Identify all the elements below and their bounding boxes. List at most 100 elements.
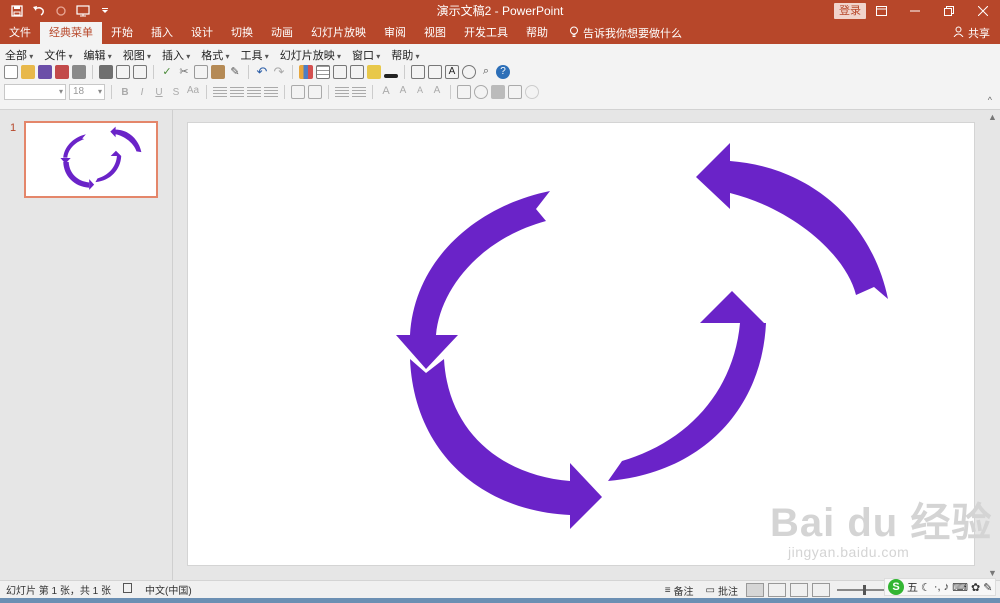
moon-icon[interactable]: ☾ [921, 581, 931, 594]
tab-transitions[interactable]: 切换 [222, 22, 262, 44]
sogou-ime-icon[interactable]: S [888, 579, 904, 595]
menu-edit[interactable]: 编辑 [79, 47, 118, 63]
menu-slideshow[interactable]: 幻灯片放映 [275, 47, 347, 63]
align-text-icon[interactable] [308, 85, 322, 99]
help-icon[interactable]: ? [496, 65, 510, 79]
slide-sorter-view-button[interactable] [768, 583, 786, 597]
normal-view-button[interactable] [746, 583, 764, 597]
ribbon-display-options-icon[interactable] [864, 0, 898, 22]
menu-format[interactable]: 格式 [196, 47, 235, 63]
tab-classic-menu[interactable]: 经典菜单 [40, 22, 102, 44]
italic-button[interactable]: I [135, 87, 149, 98]
insert-online-picture-icon[interactable] [350, 65, 364, 79]
shape-outline-icon[interactable] [508, 85, 522, 99]
slide-canvas[interactable] [188, 123, 974, 565]
slide-size-icon[interactable] [133, 65, 147, 79]
keyboard-icon[interactable]: ⌨ [952, 581, 968, 594]
arrange-icon[interactable] [457, 85, 471, 99]
align-center-icon[interactable] [230, 85, 244, 99]
shapes-icon[interactable] [462, 65, 476, 79]
paste-icon[interactable] [211, 65, 225, 79]
header-footer-icon[interactable] [428, 65, 442, 79]
microphone-icon[interactable]: ♪ [944, 581, 950, 593]
scroll-up-icon[interactable]: ▲ [988, 112, 997, 122]
circular-arrows-graphic[interactable] [188, 123, 974, 565]
bold-button[interactable]: B [118, 87, 132, 98]
tab-view[interactable]: 视图 [415, 22, 455, 44]
undo-icon[interactable]: ↶ [255, 65, 269, 79]
print-icon[interactable] [99, 65, 113, 79]
new-file-icon[interactable] [4, 65, 18, 79]
slideshow-view-button[interactable] [812, 583, 830, 597]
language-status[interactable]: 中文(中国) [139, 582, 198, 597]
start-slideshow-icon[interactable] [72, 0, 94, 22]
shape-effects-icon[interactable] [525, 85, 539, 99]
menu-help[interactable]: 帮助 [386, 47, 425, 63]
shadow-button[interactable]: S [169, 87, 183, 98]
text-box-icon[interactable] [411, 65, 425, 79]
login-button[interactable]: 登录 [834, 3, 866, 19]
tab-help[interactable]: 帮助 [517, 22, 557, 44]
redo-icon[interactable]: ↷ [272, 65, 286, 79]
clear-format-icon[interactable]: A [430, 85, 444, 99]
shape-fill-icon[interactable] [491, 85, 505, 99]
menu-all[interactable]: 全部 [0, 47, 39, 63]
tab-review[interactable]: 审阅 [375, 22, 415, 44]
tab-design[interactable]: 设计 [182, 22, 222, 44]
permission-icon[interactable] [72, 65, 86, 79]
notes-button[interactable]: ≡ 备注 [661, 581, 698, 599]
customize-qat-icon[interactable] [94, 0, 116, 22]
skin-icon[interactable]: ✿ [971, 581, 980, 594]
quick-styles-icon[interactable] [474, 85, 488, 99]
close-icon[interactable] [966, 0, 1000, 22]
font-name-field[interactable] [4, 84, 66, 100]
tab-animations[interactable]: 动画 [262, 22, 302, 44]
punctuation-icon[interactable]: ·, [934, 581, 941, 593]
copy-icon[interactable] [194, 65, 208, 79]
increase-font-icon[interactable]: A [396, 85, 410, 99]
insert-picture-icon[interactable] [333, 65, 347, 79]
comments-button[interactable]: ▭ 批注 [702, 581, 742, 599]
tab-slideshow[interactable]: 幻灯片放映 [302, 22, 375, 44]
line-color-icon[interactable] [384, 74, 398, 78]
menu-insert[interactable]: 插入 [157, 47, 196, 63]
undo-icon[interactable] [28, 0, 50, 22]
spelling-status-icon[interactable] [117, 583, 139, 596]
menu-tools[interactable]: 工具 [236, 47, 275, 63]
menu-view[interactable]: 视图 [118, 47, 157, 63]
spelling-icon[interactable]: ✓ [160, 65, 174, 79]
collapse-ribbon-icon[interactable]: ^ [988, 95, 992, 105]
open-folder-icon[interactable] [21, 65, 35, 79]
tell-me-search[interactable]: 告诉我你想要做什么 [557, 22, 682, 44]
justify-icon[interactable] [264, 85, 278, 99]
menu-file[interactable]: 文件 [39, 47, 78, 63]
vertical-scrollbar[interactable]: ▲ ▼ [984, 110, 1000, 580]
font-size-field[interactable]: 18 [69, 84, 105, 100]
bullets-icon[interactable] [335, 85, 349, 99]
redo-icon[interactable] [50, 0, 72, 22]
tab-file[interactable]: 文件 [0, 22, 40, 44]
save-icon[interactable] [6, 0, 28, 22]
tab-insert[interactable]: 插入 [142, 22, 182, 44]
restore-icon[interactable] [932, 0, 966, 22]
wordart-icon[interactable]: A [445, 65, 459, 79]
slide-thumbnail[interactable] [24, 121, 158, 198]
tools-icon[interactable]: ✎ [983, 581, 992, 594]
tab-developer[interactable]: 开发工具 [455, 22, 517, 44]
reading-view-button[interactable] [790, 583, 808, 597]
insert-image-icon[interactable] [367, 65, 381, 79]
decrease-font-icon[interactable]: A [413, 85, 427, 99]
ime-mode[interactable]: 五 [907, 579, 918, 595]
insert-chart-icon[interactable] [299, 65, 313, 79]
minimize-icon[interactable] [898, 0, 932, 22]
scroll-down-icon[interactable]: ▼ [988, 568, 997, 578]
underline-button[interactable]: U [152, 87, 166, 98]
align-right-icon[interactable] [247, 85, 261, 99]
menu-window[interactable]: 窗口 [347, 47, 386, 63]
numbering-icon[interactable] [352, 85, 366, 99]
cut-icon[interactable]: ✂ [177, 65, 191, 79]
text-direction-icon[interactable] [291, 85, 305, 99]
save-as-pdf-icon[interactable] [55, 65, 69, 79]
format-painter-icon[interactable]: ✎ [228, 65, 242, 79]
share-button[interactable]: 共享 [953, 22, 990, 44]
